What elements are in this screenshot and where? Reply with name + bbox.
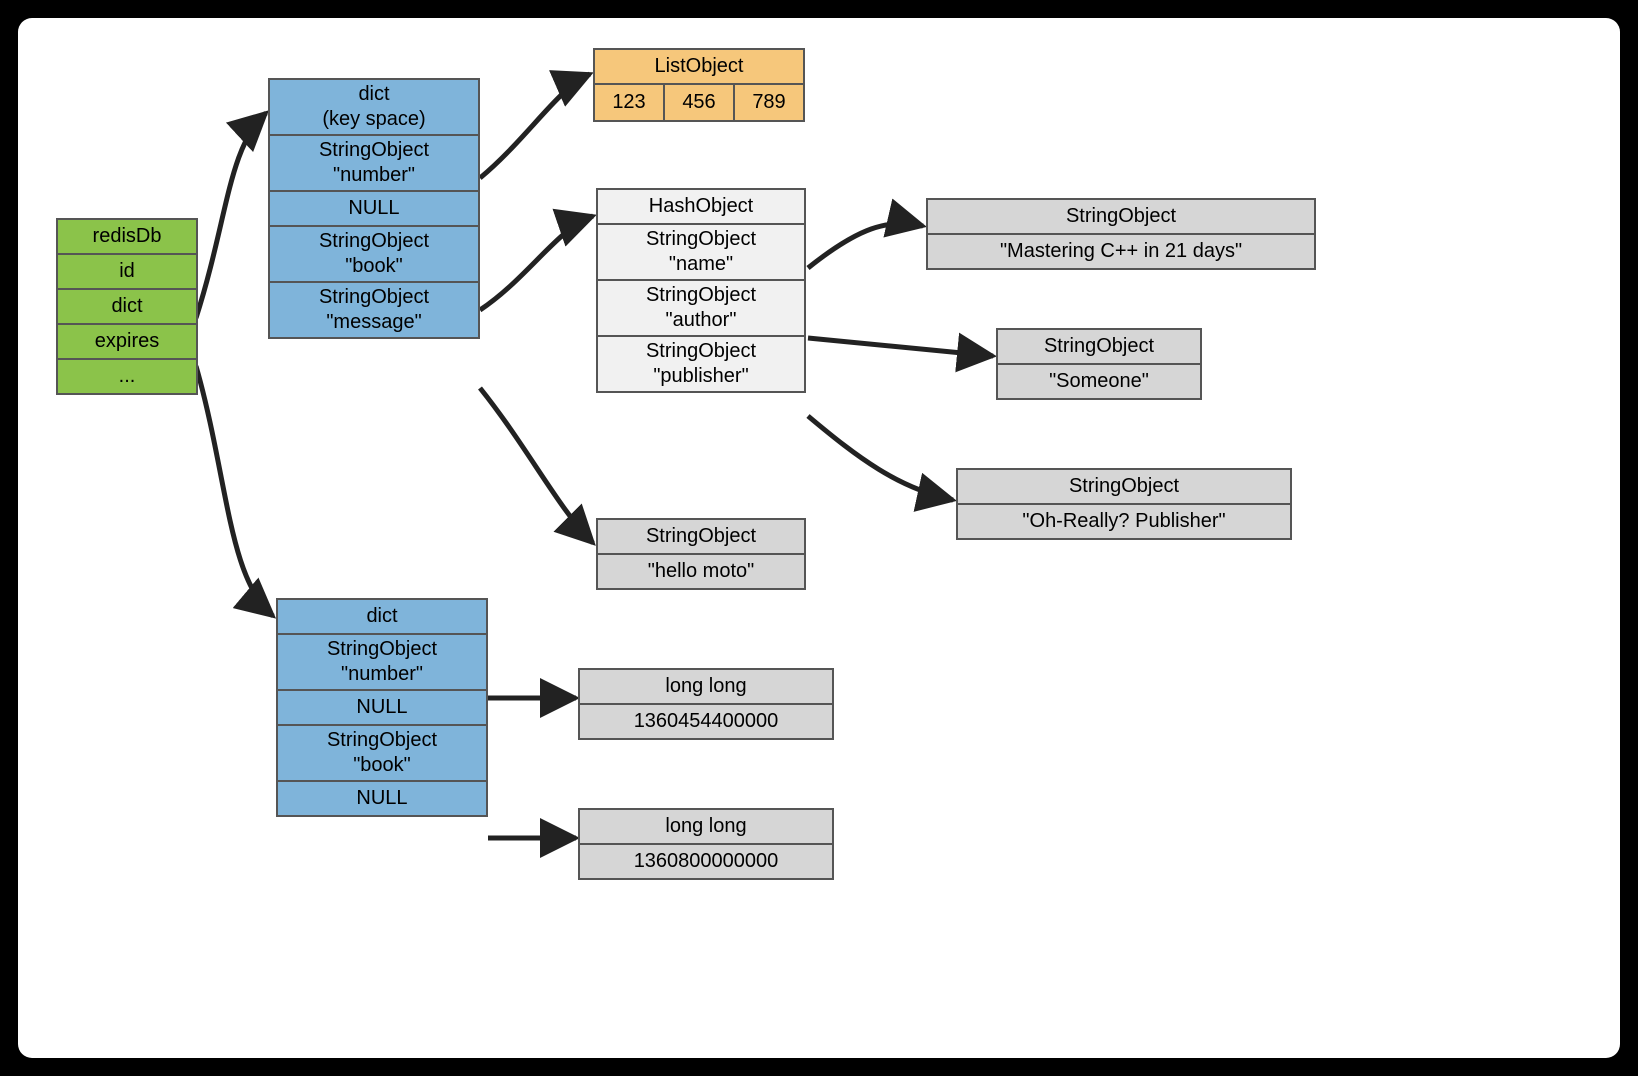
entry-type: StringObject xyxy=(319,230,429,252)
entry-value: "number" xyxy=(333,164,415,186)
field-type: StringObject xyxy=(646,228,756,250)
arrow-name-to-value xyxy=(808,223,923,268)
arrow-publisher-to-value xyxy=(808,416,953,500)
dict-title-l2: (key space) xyxy=(322,108,425,130)
arrow-number-to-list xyxy=(480,74,590,178)
redisdb-box: redisDb id dict expires ... xyxy=(56,218,198,395)
dict-keyspace-title: dict (key space) xyxy=(270,80,478,136)
redisdb-row-id: id xyxy=(58,255,196,290)
redisdb-row-expires: expires xyxy=(58,325,196,360)
expires-dict-box: dict StringObject "number" NULL StringOb… xyxy=(276,598,488,817)
expires-entry-number: StringObject "number" xyxy=(278,635,486,691)
field-type: StringObject xyxy=(646,284,756,306)
hash-field-author: StringObject "author" xyxy=(598,281,804,337)
listobject-cells: 123 456 789 xyxy=(595,85,803,120)
entry-type: StringObject xyxy=(327,729,437,751)
name-title: StringObject xyxy=(928,200,1314,235)
entry-value: "message" xyxy=(326,311,421,333)
name-value: "Mastering C++ in 21 days" xyxy=(928,235,1314,268)
arrow-dict-to-keyspace xyxy=(196,113,266,318)
msg-value: "hello moto" xyxy=(598,555,804,588)
listobject-title: ListObject xyxy=(595,50,803,85)
entry-value: "number" xyxy=(341,663,423,685)
exp-number-box: long long 1360454400000 xyxy=(578,668,834,740)
hash-field-name: StringObject "name" xyxy=(598,225,804,281)
arrow-layer xyxy=(18,18,1620,1058)
keyspace-entry-message: StringObject "message" xyxy=(270,283,478,337)
exp-book-value: 1360800000000 xyxy=(580,845,832,878)
field-value: "author" xyxy=(666,309,737,331)
publisher-title: StringObject xyxy=(958,470,1290,505)
exp-book-box: long long 1360800000000 xyxy=(578,808,834,880)
entry-type: StringObject xyxy=(319,286,429,308)
msg-title: StringObject xyxy=(598,520,804,555)
redisdb-row-more: ... xyxy=(58,360,196,393)
expires-dict-title: dict xyxy=(278,600,486,635)
entry-type: StringObject xyxy=(319,139,429,161)
expires-entry-null1: NULL xyxy=(278,691,486,726)
dict-title-l1: dict xyxy=(358,83,389,105)
dict-keyspace-box: dict (key space) StringObject "number" N… xyxy=(268,78,480,339)
exp-number-title: long long xyxy=(580,670,832,705)
keyspace-entry-number: StringObject "number" xyxy=(270,136,478,192)
hash-field-publisher: StringObject "publisher" xyxy=(598,337,804,391)
field-type: StringObject xyxy=(646,340,756,362)
author-title: StringObject xyxy=(998,330,1200,365)
arrow-expires-to-dict xyxy=(196,366,273,616)
arrow-book-to-hash xyxy=(480,216,593,310)
entry-value: "book" xyxy=(345,255,403,277)
field-value: "name" xyxy=(669,253,733,275)
expires-entry-book: StringObject "book" xyxy=(278,726,486,782)
publisher-value-box: StringObject "Oh-Really? Publisher" xyxy=(956,468,1292,540)
list-cell-2: 789 xyxy=(735,85,803,120)
entry-value: "book" xyxy=(353,754,411,776)
field-value: "publisher" xyxy=(653,365,748,387)
name-value-box: StringObject "Mastering C++ in 21 days" xyxy=(926,198,1316,270)
exp-book-title: long long xyxy=(580,810,832,845)
listobject-box: ListObject 123 456 789 xyxy=(593,48,805,122)
hashobject-title: HashObject xyxy=(598,190,804,225)
arrow-message-to-string xyxy=(480,388,593,543)
list-cell-0: 123 xyxy=(595,85,665,120)
list-cell-1: 456 xyxy=(665,85,735,120)
keyspace-entry-book: StringObject "book" xyxy=(270,227,478,283)
hashobject-box: HashObject StringObject "name" StringObj… xyxy=(596,188,806,393)
author-value: "Someone" xyxy=(998,365,1200,398)
exp-number-value: 1360454400000 xyxy=(580,705,832,738)
keyspace-entry-null1: NULL xyxy=(270,192,478,227)
redisdb-title: redisDb xyxy=(58,220,196,255)
entry-type: StringObject xyxy=(327,638,437,660)
expires-entry-null2: NULL xyxy=(278,782,486,815)
message-value-box: StringObject "hello moto" xyxy=(596,518,806,590)
publisher-value: "Oh-Really? Publisher" xyxy=(958,505,1290,538)
author-value-box: StringObject "Someone" xyxy=(996,328,1202,400)
redisdb-row-dict: dict xyxy=(58,290,196,325)
arrow-author-to-value xyxy=(808,338,993,356)
